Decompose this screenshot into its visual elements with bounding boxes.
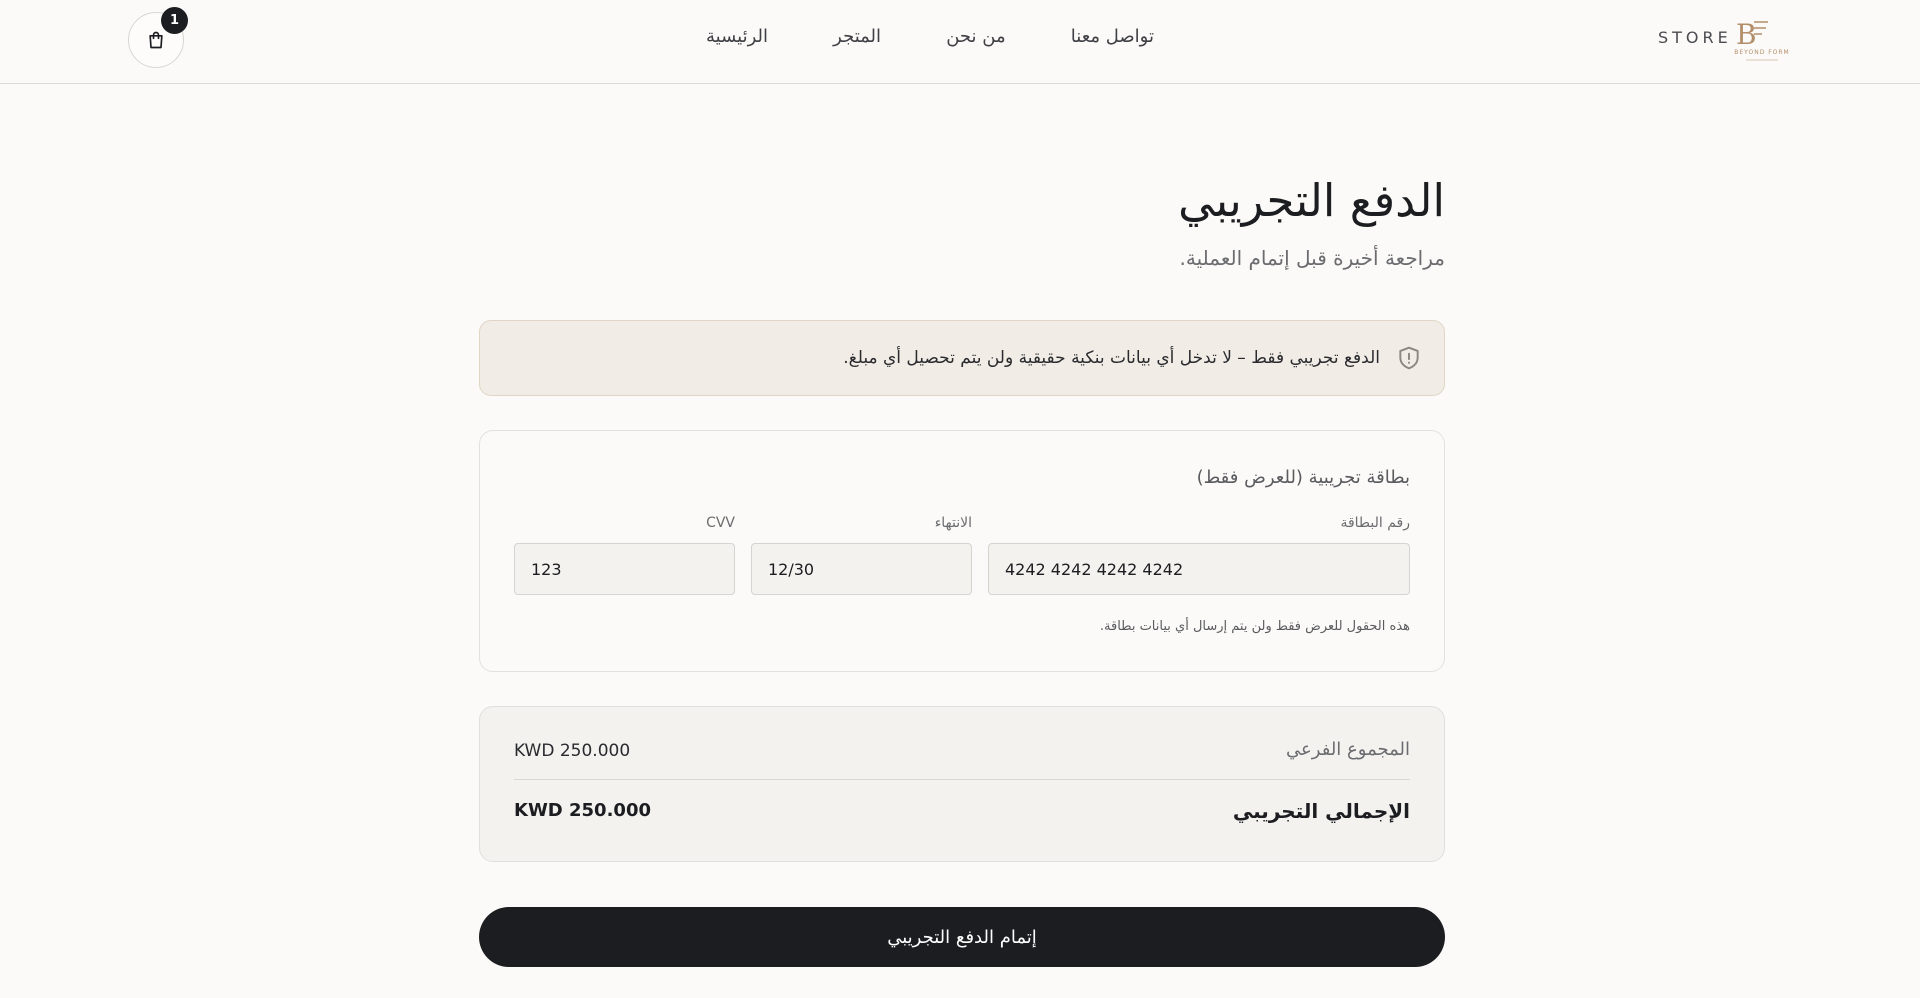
cvv-input[interactable] <box>514 543 735 595</box>
complete-payment-button[interactable]: إتمام الدفع التجريبي <box>479 907 1445 967</box>
brand-store-text[interactable]: STORE <box>1658 28 1732 47</box>
order-totals: المجموع الفرعي KWD 250.000 الإجمالي التج… <box>479 706 1445 862</box>
nav-about[interactable]: من نحن <box>940 22 1011 51</box>
total-value: KWD 250.000 <box>514 800 651 821</box>
shopping-bag-icon <box>149 31 163 49</box>
cart-count-badge: 1 <box>161 7 188 34</box>
svg-text:BEYOND FORM: BEYOND FORM <box>1734 49 1790 56</box>
expiry-label: الانتهاء <box>934 515 972 531</box>
expiry-input[interactable] <box>751 543 972 595</box>
svg-text:B: B <box>1736 18 1757 51</box>
cvv-label: CVV <box>706 515 735 531</box>
card-number-label: رقم البطاقة <box>1340 515 1410 531</box>
brand-logo[interactable]: B BEYOND FORM <box>1726 14 1798 66</box>
card-form-heading: بطاقة تجريبية (للعرض فقط) <box>1196 467 1410 488</box>
demo-notice: الدفع تجريبي فقط – لا تدخل أي بيانات بنك… <box>479 320 1445 396</box>
demo-notice-text: الدفع تجريبي فقط – لا تدخل أي بيانات بنك… <box>843 348 1380 368</box>
subtotal-label: المجموع الفرعي <box>1286 739 1410 760</box>
totals-divider <box>514 779 1410 780</box>
site-header: 1 الرئيسية المتجر من نحن تواصل معنا STOR… <box>0 0 1920 84</box>
card-form-note: هذه الحقول للعرض فقط ولن يتم إرسال أي بي… <box>1099 619 1410 634</box>
card-form: بطاقة تجريبية (للعرض فقط) رقم البطاقة ال… <box>479 430 1445 672</box>
total-label: الإجمالي التجريبي <box>1232 799 1410 823</box>
page-subtitle: مراجعة أخيرة قبل إتمام العملية. <box>1179 246 1445 270</box>
nav-home[interactable]: الرئيسية <box>700 22 774 51</box>
page-title: الدفع التجريبي <box>1178 174 1445 227</box>
nav-contact[interactable]: تواصل معنا <box>1065 22 1160 51</box>
card-number-input[interactable] <box>988 543 1410 595</box>
nav-shop[interactable]: المتجر <box>827 22 887 51</box>
subtotal-value: KWD 250.000 <box>514 741 631 761</box>
main-nav: الرئيسية المتجر من نحن تواصل معنا <box>700 22 1160 51</box>
shield-alert-icon <box>1399 346 1419 370</box>
